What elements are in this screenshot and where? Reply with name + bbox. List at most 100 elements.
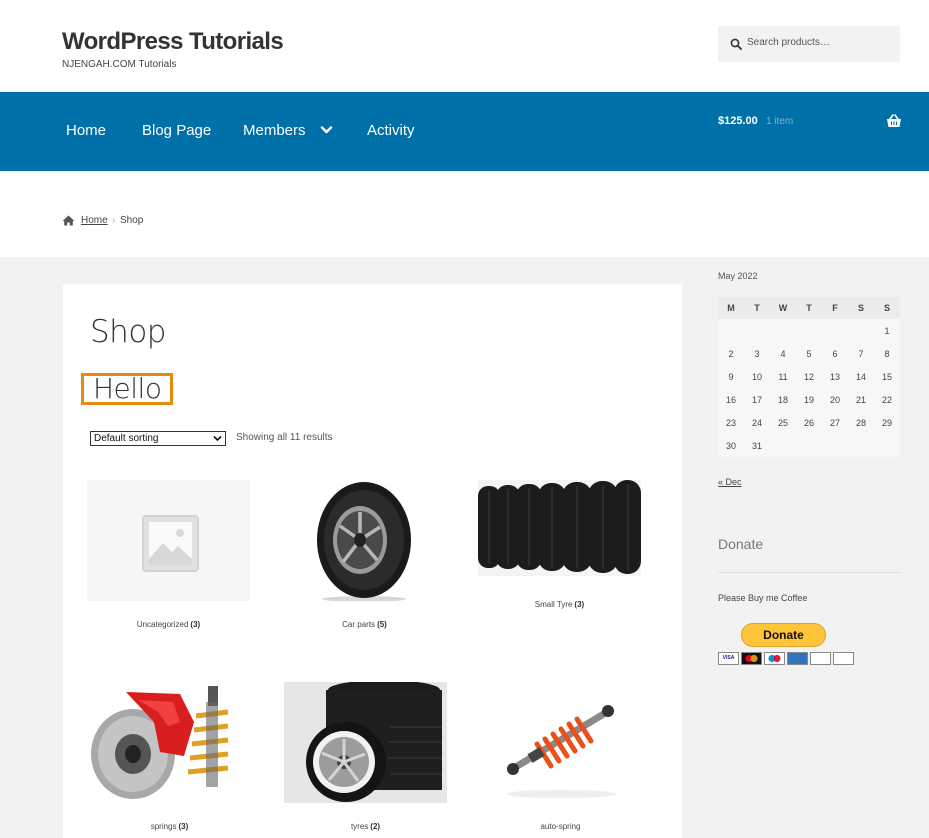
category-name: Car parts [342, 620, 376, 629]
calendar-day [796, 434, 822, 457]
weekday: S [848, 297, 874, 319]
calendar-day [848, 434, 874, 457]
nav-item-members[interactable]: Members [243, 122, 306, 139]
shopping-basket-icon[interactable] [886, 114, 902, 128]
calendar-week: 9 10 11 12 13 14 15 [718, 365, 900, 388]
search-input[interactable]: Search products… [718, 26, 900, 62]
calendar-day [796, 319, 822, 342]
discover-card-icon [810, 652, 831, 665]
calendar-day [770, 434, 796, 457]
calendar-day: 26 [803, 417, 814, 428]
breadcrumb-home-link[interactable]: Home [81, 215, 108, 226]
calendar-day: 3 [754, 348, 760, 359]
weekday: W [770, 297, 796, 319]
weekday: M [718, 297, 744, 319]
calendar-day: 18 [777, 394, 788, 405]
calendar-day: 17 [751, 394, 762, 405]
calendar-day: 25 [777, 417, 788, 428]
search-placeholder: Search products… [747, 37, 830, 48]
calendar-week: 23 24 25 26 27 28 29 [718, 411, 900, 434]
sort-select[interactable]: Default sorting [90, 431, 226, 446]
tyre-stack-image [306, 682, 442, 802]
coilover-image [506, 705, 616, 798]
result-count: Showing all 11 results [236, 432, 333, 443]
nav-item-home[interactable]: Home [66, 122, 106, 139]
cart-amount[interactable]: $125.00 [718, 115, 758, 127]
weekday: T [744, 297, 770, 319]
home-icon [62, 215, 75, 226]
calendar-day: 11 [778, 371, 788, 382]
chevron-down-icon [213, 435, 222, 442]
weekday: S [874, 297, 900, 319]
category-name: auto-spring [540, 822, 581, 831]
tyres-row-image [478, 480, 641, 576]
calendar-day: 16 [725, 394, 736, 405]
calendar-day: 27 [829, 417, 840, 428]
calendar-day [718, 319, 744, 342]
calendar-day: 21 [855, 394, 866, 405]
category-image[interactable] [88, 682, 251, 803]
category-count: (3) [574, 600, 585, 609]
category-label[interactable]: springs (3) [88, 822, 251, 831]
category-image[interactable] [479, 682, 642, 803]
calendar-day: 5 [806, 348, 812, 359]
donate-button[interactable]: Donate [741, 623, 826, 647]
calendar-day [822, 319, 848, 342]
category-count: (3) [178, 822, 189, 831]
category-count: (5) [377, 620, 387, 629]
category-image[interactable] [284, 682, 447, 803]
nav-item-blog-page[interactable]: Blog Page [142, 122, 211, 139]
category-image[interactable] [478, 480, 641, 576]
cart-count[interactable]: 1 item [766, 116, 793, 127]
calendar-week: 16 17 18 19 20 21 22 [718, 388, 900, 411]
primary-nav: Home Blog Page Members Activity $125.00 … [0, 92, 929, 171]
site-header: WordPress Tutorials NJENGAH.COM Tutorial… [0, 0, 929, 92]
donate-text: Please Buy me Coffee [718, 593, 808, 603]
widget-divider [718, 572, 900, 573]
calendar-prev-link[interactable]: « Dec [718, 477, 742, 487]
calendar-day: 14 [855, 371, 866, 382]
calendar-day [744, 319, 770, 342]
calendar-day: 31 [751, 440, 762, 451]
amex-card-icon [787, 652, 808, 665]
nav-item-activity[interactable]: Activity [367, 122, 415, 139]
calendar-caption: May 2022 [718, 271, 758, 281]
category-count: (2) [370, 822, 381, 831]
calendar-day: 19 [803, 394, 814, 405]
calendar-day: 28 [855, 417, 866, 428]
category-label[interactable]: Small Tyre (3) [478, 600, 641, 609]
breadcrumb-separator: › [112, 215, 116, 226]
calendar-day: 22 [881, 394, 892, 405]
jcb-card-icon [833, 652, 854, 665]
search-icon [730, 38, 742, 50]
calendar-day [822, 434, 848, 457]
image-placeholder-icon [142, 515, 199, 572]
category-name: Uncategorized [136, 620, 189, 629]
category-name: tyres [350, 822, 369, 831]
category-label[interactable]: auto-spring [479, 822, 642, 831]
chevron-down-icon[interactable] [320, 125, 333, 135]
category-label[interactable]: tyres (2) [284, 822, 447, 831]
page-title: Shop [90, 314, 166, 350]
brake-spring-image [91, 686, 229, 799]
visa-card-icon: VISA [718, 652, 739, 665]
category-label[interactable]: Car parts (5) [283, 620, 446, 629]
category-label[interactable]: Uncategorized (3) [87, 620, 250, 629]
calendar-day: 9 [728, 371, 734, 382]
main-content: Shop Hello Default sorting Showing all 1… [63, 284, 682, 838]
category-name: springs [150, 822, 177, 831]
donate-widget-title: Donate [718, 536, 764, 552]
sort-selected-value: Default sorting [94, 433, 159, 444]
breadcrumb-current: Shop [120, 215, 144, 226]
site-tagline: NJENGAH.COM Tutorials [62, 59, 177, 70]
category-image[interactable] [87, 480, 250, 601]
category-image[interactable] [283, 480, 446, 601]
calendar-weekdays: M T W T F S S [718, 297, 900, 319]
calendar-day [770, 319, 796, 342]
site-title[interactable]: WordPress Tutorials [62, 28, 284, 56]
calendar-table: M T W T F S S 1 2 3 4 5 6 7 8 9 10 11 12… [718, 297, 900, 457]
calendar-day: 13 [829, 371, 840, 382]
maestro-card-icon [764, 652, 785, 665]
weekday: F [822, 297, 848, 319]
calendar-week: 2 3 4 5 6 7 8 [718, 342, 900, 365]
